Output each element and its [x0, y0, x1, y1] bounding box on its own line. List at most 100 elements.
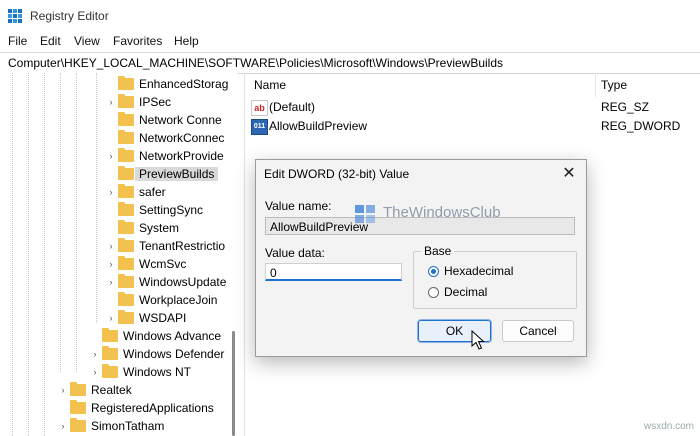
chevron-right-icon[interactable]: ›	[58, 421, 68, 431]
tree-item-label: PreviewBuilds	[135, 167, 219, 181]
tree-item-label: EnhancedStorag	[139, 77, 229, 91]
tree-item[interactable]: › SimonTatham	[0, 417, 238, 435]
folder-icon	[118, 148, 134, 162]
hexadecimal-radio[interactable]	[428, 266, 439, 277]
column-separator[interactable]	[595, 73, 596, 97]
cancel-button[interactable]: Cancel	[502, 320, 574, 342]
window-title: Registry Editor	[30, 9, 109, 23]
tree-item[interactable]: SettingSync	[0, 201, 238, 219]
folder-icon	[102, 364, 118, 378]
chevron-right-icon[interactable]: ›	[106, 187, 116, 197]
tree-item[interactable]: › TenantRestrictio	[0, 237, 238, 255]
list-item[interactable]: 011 AllowBuildPreview REG_DWORD	[245, 118, 700, 136]
folder-icon	[118, 184, 134, 198]
tree-item[interactable]: RegisteredApplications	[0, 399, 238, 417]
folder-icon	[118, 130, 134, 144]
chevron-right-icon[interactable]: ›	[90, 367, 100, 377]
folder-icon	[118, 220, 134, 234]
tree-item-label: RegisteredApplications	[91, 401, 214, 415]
chevron-right-icon[interactable]: ›	[106, 151, 116, 161]
address-path: Computer\HKEY_LOCAL_MACHINE\SOFTWARE\Pol…	[8, 56, 504, 70]
tree-item[interactable]: Windows Advance	[0, 327, 238, 345]
string-value-icon: ab	[251, 100, 268, 116]
value-type: REG_DWORD	[601, 119, 681, 133]
menu-file[interactable]: File	[8, 34, 27, 48]
list-item[interactable]: ab (Default) REG_SZ	[245, 99, 700, 117]
edit-dword-dialog: Edit DWORD (32-bit) Value ✕ Value name: …	[255, 159, 587, 357]
value-data-input[interactable]: 0	[265, 263, 402, 281]
folder-icon	[70, 418, 86, 432]
tree-item-label: IPSec	[139, 95, 172, 109]
folder-icon	[118, 238, 134, 252]
key-tree: EnhancedStorag › IPSec Network Conne Network…	[0, 73, 238, 436]
value-data-label: Value data:	[265, 246, 325, 260]
watermark-text: TheWindowsClub	[383, 204, 501, 221]
folder-icon	[118, 202, 134, 216]
tree-item-label: TenantRestrictio	[139, 239, 226, 253]
chevron-right-icon[interactable]: ›	[90, 349, 100, 359]
folder-icon	[102, 328, 118, 342]
menu-edit[interactable]: Edit	[40, 34, 61, 48]
menu-view[interactable]: View	[74, 34, 100, 48]
chevron-right-icon[interactable]: ›	[106, 241, 116, 251]
menu-bar: File Edit View Favorites Help	[0, 32, 700, 52]
tree-item[interactable]: › Windows NT	[0, 363, 238, 381]
address-bar[interactable]: Computer\HKEY_LOCAL_MACHINE\SOFTWARE\Pol…	[0, 52, 700, 74]
tree-scrollbar-thumb[interactable]	[232, 331, 235, 436]
tree-item[interactable]: PreviewBuilds	[0, 165, 238, 183]
tree-item-label: SettingSync	[139, 203, 204, 217]
tree-item[interactable]: › WSDAPI	[0, 309, 238, 327]
tree-item[interactable]: System	[0, 219, 238, 237]
tree-item-label: Network Conne	[139, 113, 222, 127]
tree-item-label: Windows Defender	[123, 347, 225, 361]
folder-icon	[118, 256, 134, 270]
chevron-right-icon[interactable]: ›	[106, 313, 116, 323]
menu-favorites[interactable]: Favorites	[113, 34, 162, 48]
decimal-radio[interactable]	[428, 287, 439, 298]
tree-item[interactable]: › Windows Defender	[0, 345, 238, 363]
tree-item[interactable]: › WcmSvc	[0, 255, 238, 273]
tree-item-label: Windows NT	[123, 365, 192, 379]
folder-icon	[118, 274, 134, 288]
folder-icon	[118, 76, 134, 90]
tree-item[interactable]: EnhancedStorag	[0, 75, 238, 93]
folder-icon	[118, 166, 134, 180]
base-label: Base	[421, 244, 455, 258]
folder-icon	[118, 112, 134, 126]
folder-icon	[118, 94, 134, 108]
tree-item[interactable]: › NetworkProvide	[0, 147, 238, 165]
tree-item[interactable]: › IPSec	[0, 93, 238, 111]
tree-item[interactable]: › safer	[0, 183, 238, 201]
decimal-label[interactable]: Decimal	[444, 285, 487, 299]
chevron-right-icon[interactable]: ›	[58, 385, 68, 395]
tree-item-label: WcmSvc	[139, 257, 187, 271]
tree-item-label: NetworkConnec	[139, 131, 225, 145]
chevron-right-icon[interactable]: ›	[106, 277, 116, 287]
close-icon[interactable]: ✕	[560, 163, 578, 183]
title-bar: Registry Editor	[0, 0, 700, 32]
hexadecimal-label[interactable]: Hexadecimal	[444, 264, 513, 278]
folder-icon	[70, 382, 86, 396]
dialog-title: Edit DWORD (32-bit) Value	[264, 167, 410, 181]
column-header-type[interactable]: Type	[601, 78, 627, 92]
registry-editor-icon	[8, 9, 22, 23]
tree-item-label: WorkplaceJoin	[139, 293, 218, 307]
folder-icon	[118, 310, 134, 324]
chevron-right-icon[interactable]: ›	[106, 97, 116, 107]
tree-item[interactable]: › Realtek	[0, 381, 238, 399]
tree-item[interactable]: NetworkConnec	[0, 129, 238, 147]
tree-item[interactable]: WorkplaceJoin	[0, 291, 238, 309]
tree-item[interactable]: › WindowsUpdate	[0, 273, 238, 291]
tree-item-label: System	[139, 221, 180, 235]
tree-scrollbar[interactable]	[230, 73, 238, 436]
tree-item[interactable]: Network Conne	[0, 111, 238, 129]
folder-icon	[118, 292, 134, 306]
column-header-name[interactable]: Name	[254, 78, 286, 92]
value-type: REG_SZ	[601, 100, 650, 114]
menu-help[interactable]: Help	[174, 34, 199, 48]
dword-value-icon: 011	[251, 119, 268, 135]
tree-item-label: WindowsUpdate	[139, 275, 227, 289]
chevron-right-icon[interactable]: ›	[106, 259, 116, 269]
tree-item-label: NetworkProvide	[139, 149, 224, 163]
folder-icon	[102, 346, 118, 360]
